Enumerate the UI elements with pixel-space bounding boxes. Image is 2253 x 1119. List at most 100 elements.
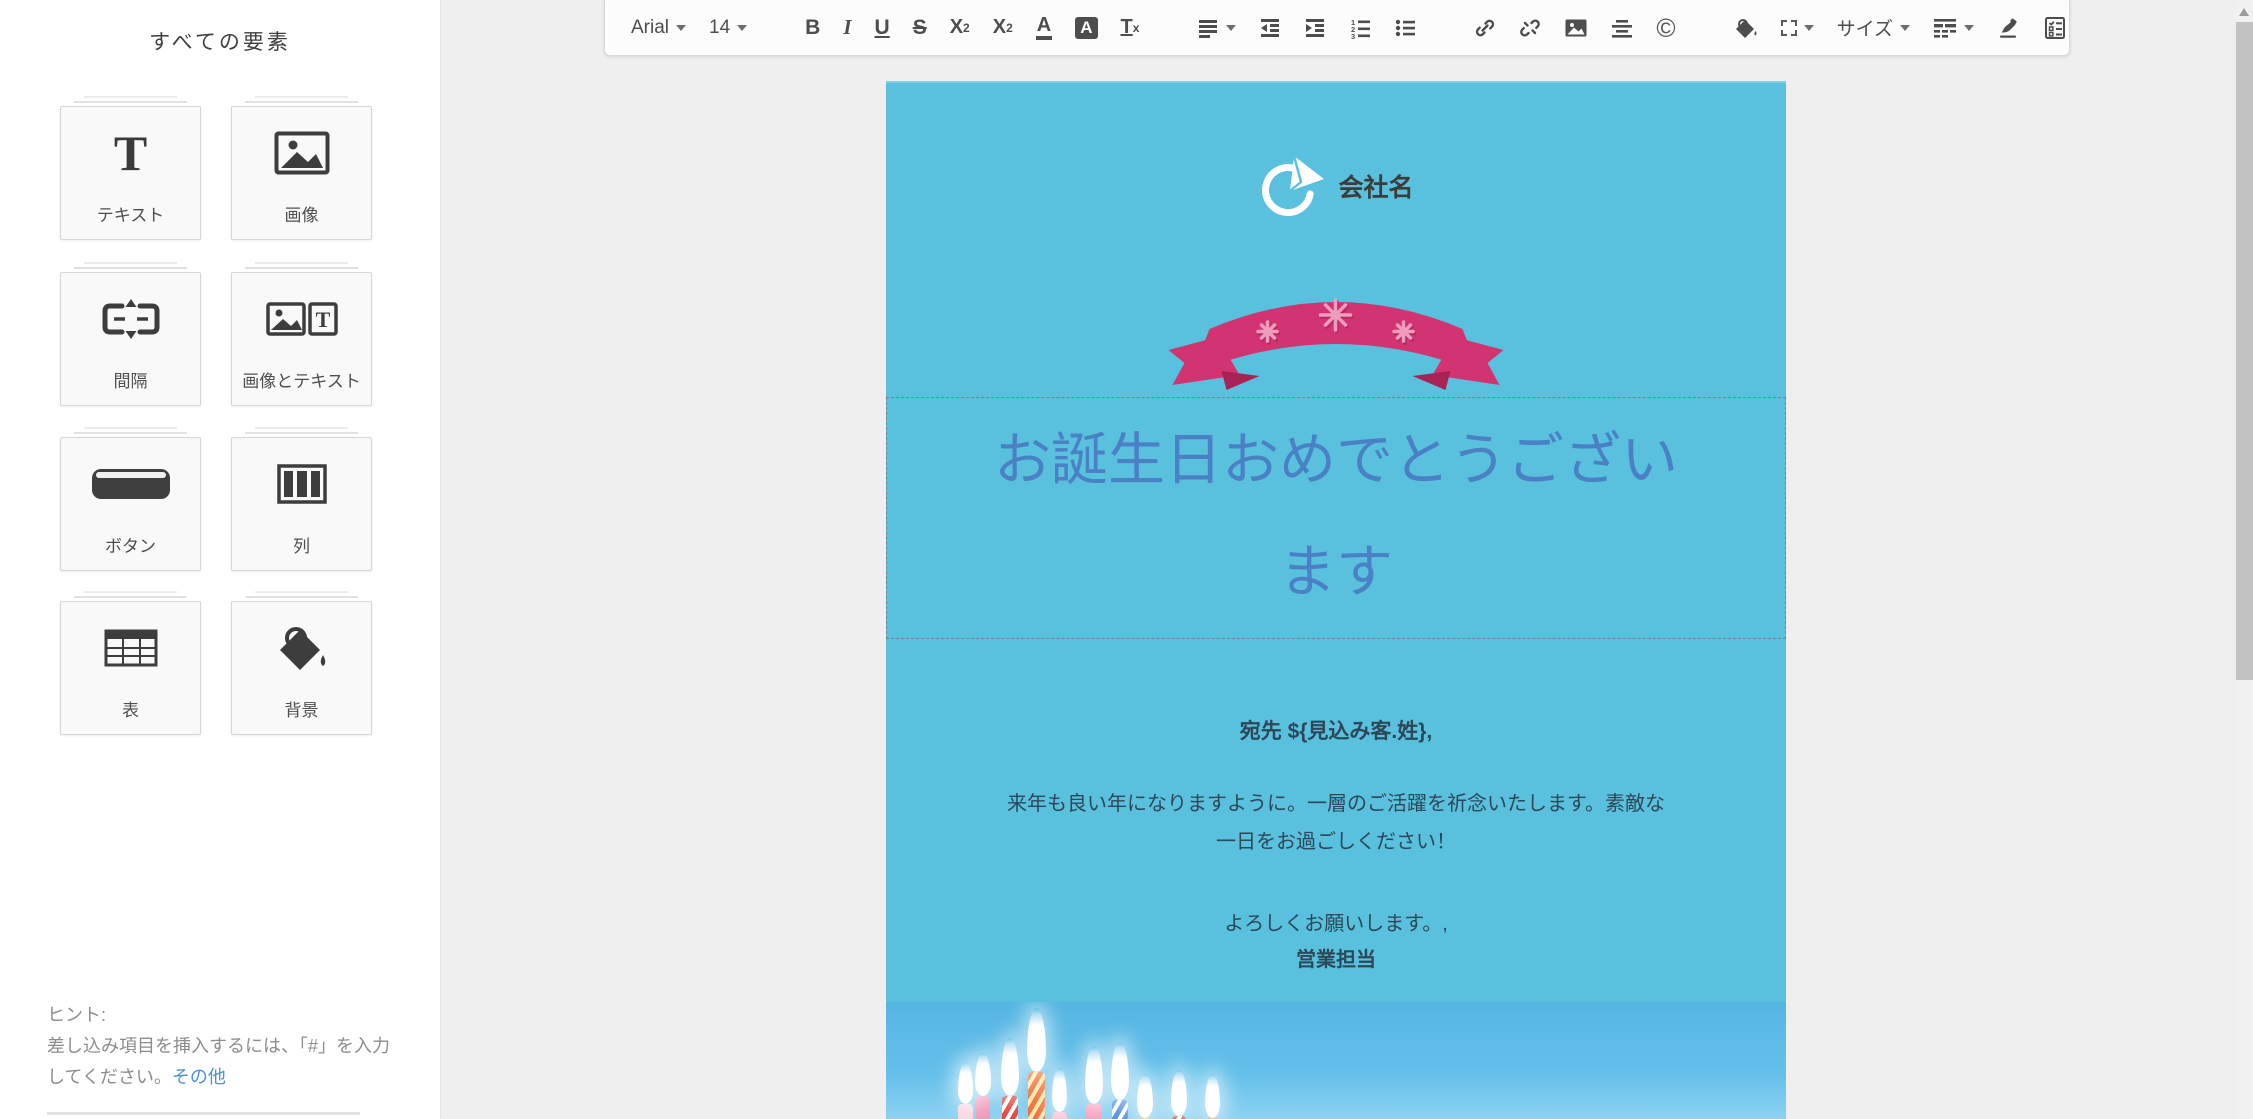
element-tile-columns[interactable]: 列 — [231, 437, 372, 571]
element-tile-spacer[interactable]: 間隔 — [60, 272, 201, 406]
row-spacing-icon — [1933, 17, 1957, 39]
element-tile-background[interactable]: 背景 — [231, 601, 372, 735]
bold-button[interactable]: B — [805, 10, 820, 46]
insert-image-icon — [1564, 18, 1588, 38]
company-logo-icon — [1258, 153, 1326, 219]
align-button[interactable] — [1197, 10, 1236, 46]
element-tile-label: ボタン — [61, 532, 200, 557]
closing-line[interactable]: よろしくお願いします。, — [886, 907, 1786, 936]
checklist-icon — [2044, 16, 2066, 40]
highlight-color-button[interactable]: A — [1075, 10, 1097, 46]
chevron-down-icon — [1804, 25, 1814, 31]
email-heading: お誕生日おめでとうございます — [992, 398, 1680, 628]
element-tile-label: 画像 — [232, 201, 371, 226]
ribbon-banner-image[interactable] — [1164, 287, 1509, 391]
table-icon — [61, 602, 200, 694]
strikethrough-button[interactable]: S — [913, 10, 927, 46]
font-size-select[interactable]: 14 — [709, 10, 747, 46]
element-tile-button[interactable]: ボタン — [60, 437, 201, 571]
chevron-down-icon — [737, 25, 747, 31]
greeting-line[interactable]: 宛先 ${見込み客.姓}, — [886, 715, 1786, 745]
columns-icon — [232, 438, 371, 530]
element-tile-label: 画像とテキスト — [232, 367, 371, 392]
heading-text-block[interactable]: お誕生日おめでとうございます — [886, 397, 1786, 639]
element-tile-label: テキスト — [61, 201, 200, 226]
candle-flame — [1205, 1074, 1220, 1118]
image-text-icon: T — [232, 273, 371, 365]
row-spacing-button[interactable] — [1933, 10, 1974, 46]
candle — [1002, 1096, 1018, 1119]
element-tile-image-text[interactable]: T 画像とテキスト — [231, 272, 372, 406]
clear-format-button[interactable]: Tx — [1121, 10, 1140, 46]
unlink-icon — [1519, 17, 1541, 39]
font-family-select[interactable]: Arial — [631, 10, 686, 46]
fill-color-button[interactable] — [1734, 10, 1758, 46]
format-painter-button[interactable] — [1997, 10, 2021, 46]
image-icon — [232, 107, 371, 199]
border-icon — [1781, 20, 1797, 36]
ordered-list-button[interactable]: 123 — [1349, 10, 1371, 46]
ordered-list-icon: 123 — [1349, 17, 1371, 39]
copyright-icon: © — [1656, 15, 1675, 41]
merge-field-hint: ヒント: 差し込み項目を挿入するには、「#」を入力してください。その他 — [47, 1000, 407, 1093]
company-logo-block[interactable]: 会社名 — [886, 153, 1786, 219]
button-icon — [61, 438, 200, 530]
element-tile-text[interactable]: T テキスト — [60, 106, 201, 240]
bullet-list-button[interactable] — [1394, 10, 1416, 46]
candle — [958, 1104, 973, 1119]
align-icon — [1197, 17, 1219, 39]
company-name: 会社名 — [1338, 168, 1413, 204]
fill-color-icon — [1734, 17, 1758, 39]
indent-button[interactable] — [1304, 10, 1326, 46]
elements-sidebar: すべての要素 T テキスト 画像 間隔 T 画像とテキスト ボタン 列 — [0, 0, 441, 1119]
underline-button[interactable]: U — [875, 10, 890, 46]
chevron-down-icon — [1964, 25, 1974, 31]
body-paragraph[interactable]: 来年も良い年になりますように。一層のご活躍を祈念いたします。素敵な一日をお過ごし… — [886, 785, 1786, 861]
line-spacing-icon — [1611, 17, 1633, 39]
candle-flame — [958, 1062, 973, 1104]
candle-flame — [1111, 1042, 1129, 1100]
outdent-icon — [1259, 17, 1281, 39]
formatting-toolbar: Arial 14 B I U S X2 X2 A A Tx 123 © サイズ — [604, 0, 2070, 56]
checklist-button[interactable] — [2044, 10, 2066, 46]
chevron-down-icon — [1226, 25, 1236, 31]
element-tile-label: 表 — [61, 696, 200, 721]
link-button[interactable] — [1474, 10, 1496, 46]
candle — [1112, 1100, 1128, 1119]
border-button[interactable] — [1781, 10, 1814, 46]
scrollbar-thumb[interactable] — [2236, 22, 2253, 680]
birthday-candles-photo[interactable] — [886, 1002, 1786, 1119]
size-button[interactable]: サイズ — [1837, 10, 1910, 46]
hint-title: ヒント: — [47, 1000, 407, 1031]
copyright-button[interactable]: © — [1656, 10, 1675, 46]
chevron-down-icon — [1900, 25, 1910, 31]
element-tile-table[interactable]: 表 — [60, 601, 201, 735]
format-painter-icon — [1997, 17, 2021, 39]
candle-flame — [1052, 1068, 1067, 1112]
svg-text:3: 3 — [1351, 32, 1355, 39]
indent-icon — [1304, 17, 1326, 39]
email-canvas[interactable]: 会社名 お誕生日おめでとうございます 宛先 ${見込み客.姓}, 来年も良い年に… — [886, 81, 1786, 1119]
chevron-down-icon — [676, 25, 686, 31]
candle-flame — [1171, 1070, 1187, 1116]
link-icon — [1474, 17, 1496, 39]
candle — [976, 1096, 990, 1119]
bullet-list-icon — [1394, 17, 1416, 39]
italic-button[interactable]: I — [843, 10, 851, 46]
candle-flame — [1085, 1046, 1103, 1104]
superscript-button[interactable]: X2 — [993, 10, 1013, 46]
scroll-up-arrow-icon[interactable] — [2239, 8, 2249, 16]
hint-more-link[interactable]: その他 — [172, 1067, 226, 1087]
subscript-button[interactable]: X2 — [950, 10, 970, 46]
insert-image-button[interactable] — [1564, 10, 1588, 46]
font-color-button[interactable]: A — [1036, 10, 1052, 46]
candle — [1086, 1104, 1102, 1119]
candle — [1028, 1072, 1045, 1119]
signature-line[interactable]: 営業担当 — [886, 943, 1786, 972]
element-tile-label: 間隔 — [61, 367, 200, 392]
outdent-button[interactable] — [1259, 10, 1281, 46]
element-tile-image[interactable]: 画像 — [231, 106, 372, 240]
unlink-button[interactable] — [1519, 10, 1541, 46]
line-spacing-button[interactable] — [1611, 10, 1633, 46]
vertical-scrollbar[interactable] — [2236, 0, 2253, 1119]
